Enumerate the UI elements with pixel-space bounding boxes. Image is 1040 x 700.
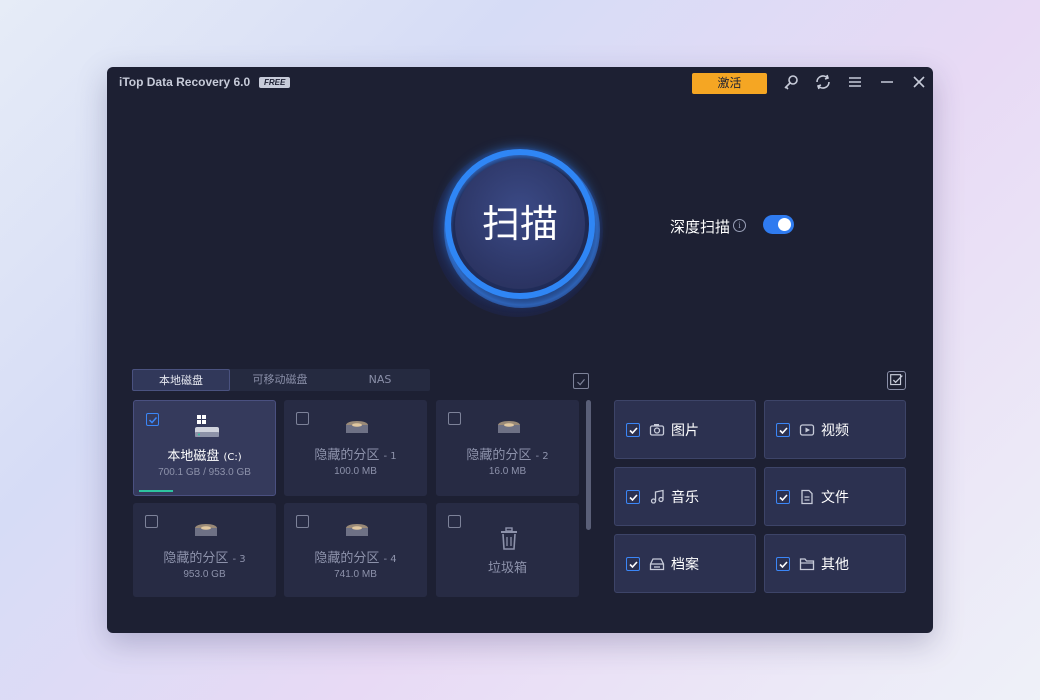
free-badge: FREE bbox=[259, 77, 291, 88]
music-icon bbox=[649, 489, 665, 505]
disk-size: 100.0 MB bbox=[334, 466, 377, 477]
disk-card-c[interactable]: 本地磁盘 (C:) 700.1 GB / 953.0 GB bbox=[133, 400, 276, 496]
activate-button[interactable]: 激活 bbox=[692, 73, 767, 94]
hard-drive-icon bbox=[343, 523, 371, 539]
disk-checkbox[interactable] bbox=[448, 412, 461, 425]
disk-list-scrollbar[interactable] bbox=[586, 400, 591, 530]
minimize-icon[interactable] bbox=[878, 73, 896, 91]
disk-size: 953.0 GB bbox=[183, 569, 226, 580]
select-all-types-checkbox[interactable] bbox=[887, 371, 906, 390]
disk-card-hidden-1[interactable]: 隐藏的分区 - 1 100.0 MB bbox=[284, 400, 427, 496]
disk-tabs: 本地磁盘 可移动磁盘 NAS bbox=[132, 369, 430, 391]
trash-icon bbox=[498, 527, 520, 551]
type-checkbox[interactable] bbox=[776, 490, 790, 504]
title-bar: iTop Data Recovery 6.0 FREE 激活 bbox=[107, 67, 933, 97]
select-all-disks-checkbox[interactable] bbox=[573, 373, 589, 389]
disk-usage-bar bbox=[139, 490, 173, 492]
deep-scan-toggle[interactable] bbox=[763, 215, 794, 234]
toggle-knob bbox=[778, 218, 791, 231]
document-icon bbox=[799, 489, 815, 505]
disk-card-hidden-2[interactable]: 隐藏的分区 - 2 16.0 MB bbox=[436, 400, 579, 496]
type-label: 其他 bbox=[821, 557, 849, 573]
type-checkbox[interactable] bbox=[776, 557, 790, 571]
disk-name: 隐藏的分区 - 4 bbox=[314, 551, 397, 566]
windows-drive-icon bbox=[193, 415, 221, 439]
disk-checkbox[interactable] bbox=[296, 515, 309, 528]
disk-size: 741.0 MB bbox=[334, 569, 377, 580]
type-checkbox[interactable] bbox=[626, 423, 640, 437]
disk-size: 700.1 GB / 953.0 GB bbox=[158, 467, 251, 478]
deep-scan-label: 深度扫描 bbox=[670, 218, 731, 236]
disk-name: 隐藏的分区 - 3 bbox=[163, 551, 246, 566]
type-checkbox[interactable] bbox=[776, 423, 790, 437]
info-icon[interactable]: i bbox=[733, 219, 746, 232]
close-icon[interactable] bbox=[910, 73, 928, 91]
disk-card-recycle-bin[interactable]: 垃圾箱 bbox=[436, 503, 579, 597]
disk-name: 垃圾箱 bbox=[487, 561, 527, 576]
scan-button[interactable]: 扫描 bbox=[455, 159, 585, 289]
tab-nas[interactable]: NAS bbox=[330, 369, 430, 391]
folder-icon bbox=[799, 556, 815, 572]
disk-card-hidden-4[interactable]: 隐藏的分区 - 4 741.0 MB bbox=[284, 503, 427, 597]
disk-size: 16.0 MB bbox=[488, 466, 527, 477]
type-label: 文件 bbox=[821, 490, 849, 506]
archive-icon bbox=[649, 556, 665, 572]
type-card-documents[interactable]: 文件 bbox=[764, 467, 906, 526]
camera-icon bbox=[649, 422, 665, 438]
disk-name: 隐藏的分区 - 1 bbox=[314, 448, 397, 463]
hard-drive-icon bbox=[343, 420, 371, 436]
hard-drive-icon bbox=[192, 523, 220, 539]
video-icon bbox=[799, 422, 815, 438]
tab-local-disk[interactable]: 本地磁盘 bbox=[132, 369, 230, 391]
disk-checkbox[interactable] bbox=[296, 412, 309, 425]
type-checkbox[interactable] bbox=[626, 490, 640, 504]
type-card-pictures[interactable]: 图片 bbox=[614, 400, 756, 459]
type-card-others[interactable]: 其他 bbox=[764, 534, 906, 593]
disk-checkbox[interactable] bbox=[145, 515, 158, 528]
menu-icon[interactable] bbox=[846, 73, 864, 91]
refresh-icon[interactable] bbox=[814, 73, 832, 91]
type-card-videos[interactable]: 视频 bbox=[764, 400, 906, 459]
type-checkbox[interactable] bbox=[626, 557, 640, 571]
app-window: iTop Data Recovery 6.0 FREE 激活 扫描 深度扫描 i… bbox=[107, 67, 933, 633]
key-icon[interactable] bbox=[782, 73, 800, 91]
type-label: 档案 bbox=[671, 557, 699, 573]
disk-checkbox[interactable] bbox=[146, 413, 159, 426]
hard-drive-icon bbox=[495, 420, 523, 436]
type-card-archives[interactable]: 档案 bbox=[614, 534, 756, 593]
disk-name: 隐藏的分区 - 2 bbox=[466, 448, 549, 463]
type-label: 视频 bbox=[821, 423, 849, 439]
type-label: 图片 bbox=[671, 423, 699, 439]
tab-removable-disk[interactable]: 可移动磁盘 bbox=[230, 369, 330, 391]
disk-checkbox[interactable] bbox=[448, 515, 461, 528]
type-label: 音乐 bbox=[671, 490, 699, 506]
disk-name: 本地磁盘 (C:) bbox=[167, 449, 242, 464]
disk-card-hidden-3[interactable]: 隐藏的分区 - 3 953.0 GB bbox=[133, 503, 276, 597]
app-title: iTop Data Recovery 6.0 bbox=[119, 75, 251, 89]
type-card-music[interactable]: 音乐 bbox=[614, 467, 756, 526]
